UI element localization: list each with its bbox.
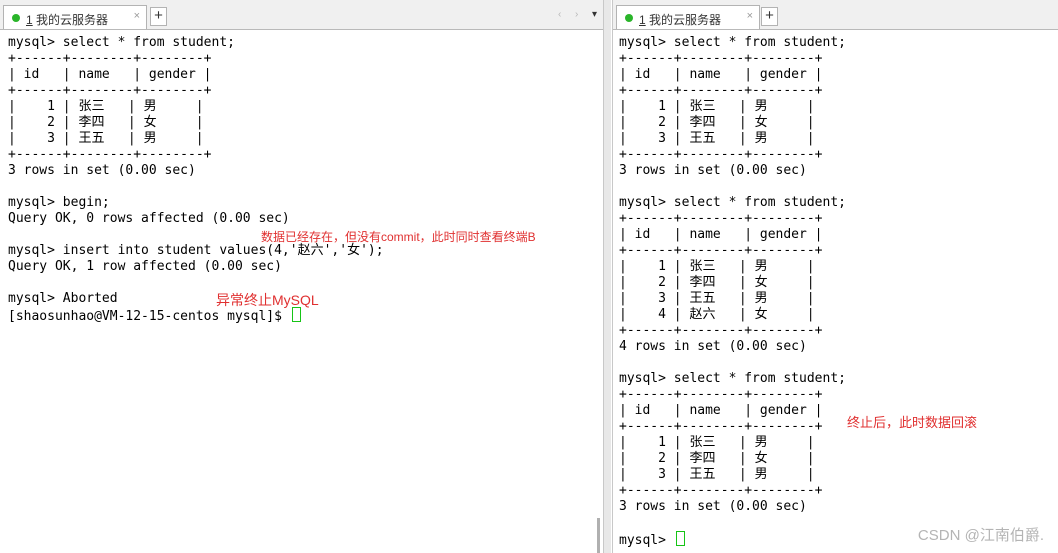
pane-divider[interactable] bbox=[604, 0, 611, 553]
tab-scroll-left-icon[interactable]: ‹ bbox=[558, 9, 561, 20]
terminal-line: 3 rows in set (0.00 sec) bbox=[8, 163, 196, 178]
terminal-output-left[interactable]: mysql> select * from student; +------+---… bbox=[8, 35, 384, 324]
terminal-line: +------+--------+--------+ bbox=[8, 83, 212, 98]
terminal-line: +------+--------+--------+ bbox=[619, 211, 823, 226]
terminal-line: mysql> select * from student; bbox=[8, 35, 235, 50]
new-tab-button[interactable]: + bbox=[761, 7, 778, 26]
tab-scroll-right-icon[interactable]: › bbox=[575, 9, 578, 20]
terminal-line: | 3 | 王五 | 男 | bbox=[619, 131, 815, 146]
terminal-line: | 3 | 王五 | 男 | bbox=[8, 131, 204, 146]
terminal-line: | 3 | 王五 | 男 | bbox=[619, 291, 815, 306]
terminal-line: +------+--------+--------+ bbox=[619, 83, 823, 98]
tab-bar-left: 1 我的云服务器 × + ‹ › ▾ bbox=[0, 0, 603, 30]
terminal-prompt-line: [shaosunhao@VM-12-15-centos mysql]$ bbox=[8, 307, 384, 324]
terminal-line: | id | name | gender | bbox=[8, 67, 212, 82]
annotation-rollback-note: 终止后，此时数据回滚 bbox=[847, 415, 978, 430]
scrollbar[interactable] bbox=[597, 518, 600, 553]
terminal-line: +------+--------+--------+ bbox=[8, 51, 212, 66]
watermark: CSDN @江南伯爵. bbox=[917, 527, 1044, 544]
terminal-line: | 2 | 李四 | 女 | bbox=[619, 451, 815, 466]
green-dot-icon bbox=[12, 14, 20, 22]
terminal-line: mysql> select * from student; bbox=[619, 371, 846, 386]
new-tab-button[interactable]: + bbox=[150, 7, 167, 26]
terminal-pane-left[interactable]: 1 我的云服务器 × + ‹ › ▾ mysql> select * from … bbox=[0, 0, 604, 553]
terminal-line: 3 rows in set (0.00 sec) bbox=[619, 163, 807, 178]
terminal-line: +------+--------+--------+ bbox=[619, 387, 823, 402]
terminal-line: +------+--------+--------+ bbox=[619, 323, 823, 338]
terminal-line: | 1 | 张三 | 男 | bbox=[619, 435, 815, 450]
tab-bar-right: 1 我的云服务器 × + bbox=[613, 0, 1058, 30]
terminal-line: mysql> select * from student; bbox=[619, 195, 846, 210]
terminal-line: | id | name | gender | bbox=[619, 67, 823, 82]
terminal-line: mysql> begin; bbox=[8, 195, 110, 210]
terminal-line: Query OK, 0 rows affected (0.00 sec) bbox=[8, 211, 290, 226]
terminal-line: | 1 | 张三 | 男 | bbox=[619, 99, 815, 114]
terminal-line: | 2 | 李四 | 女 | bbox=[8, 115, 204, 130]
terminal-line: | id | name | gender | bbox=[619, 403, 823, 418]
tab-title: 我的云服务器 bbox=[36, 13, 109, 27]
terminal-line: mysql> insert into student values(4,'赵六'… bbox=[8, 243, 384, 258]
mysql-prompt: mysql> bbox=[619, 533, 674, 548]
annotation-commit-note: 数据已经存在，但没有commit，此时同时查看终端B bbox=[261, 230, 536, 244]
terminal-prompt-line: mysql> bbox=[619, 531, 846, 548]
terminal-output-right[interactable]: mysql> select * from student; +------+---… bbox=[619, 35, 846, 548]
tab-number: 1 bbox=[639, 13, 646, 27]
close-icon[interactable]: × bbox=[134, 10, 140, 22]
terminal-cursor bbox=[675, 531, 685, 546]
terminal-line: | 4 | 赵六 | 女 | bbox=[619, 307, 815, 322]
terminal-line: mysql> select * from student; bbox=[619, 35, 846, 50]
terminal-line: | 2 | 李四 | 女 | bbox=[619, 275, 815, 290]
tab-title: 我的云服务器 bbox=[649, 13, 722, 27]
close-icon[interactable]: × bbox=[747, 10, 753, 22]
annotation-abort-note: 异常终止MySQL bbox=[216, 292, 319, 308]
terminal-line: +------+--------+--------+ bbox=[619, 483, 823, 498]
terminal-line: | 2 | 李四 | 女 | bbox=[619, 115, 815, 130]
tab-label: 1 我的云服务器 bbox=[639, 11, 721, 28]
terminal-line: | 1 | 张三 | 男 | bbox=[619, 259, 815, 274]
terminal-line: 4 rows in set (0.00 sec) bbox=[619, 339, 807, 354]
tab-menu-dropdown-icon[interactable]: ▾ bbox=[592, 9, 597, 20]
terminal-line: +------+--------+--------+ bbox=[619, 419, 823, 434]
terminal-line: 3 rows in set (0.00 sec) bbox=[619, 499, 807, 514]
terminal-line: | 3 | 王五 | 男 | bbox=[619, 467, 815, 482]
terminal-line: +------+--------+--------+ bbox=[619, 51, 823, 66]
terminal-line: mysql> Aborted bbox=[8, 291, 118, 306]
terminal-line: +------+--------+--------+ bbox=[8, 147, 212, 162]
terminal-line: Query OK, 1 row affected (0.00 sec) bbox=[8, 259, 282, 274]
tab-number: 1 bbox=[26, 13, 33, 27]
tab-server-left[interactable]: 1 我的云服务器 × bbox=[3, 5, 147, 29]
terminal-line: +------+--------+--------+ bbox=[619, 243, 823, 258]
green-dot-icon bbox=[625, 14, 633, 22]
terminal-line: +------+--------+--------+ bbox=[619, 147, 823, 162]
tab-label: 1 我的云服务器 bbox=[26, 11, 108, 28]
tab-server-right[interactable]: 1 我的云服务器 × bbox=[616, 5, 760, 29]
terminal-line: | id | name | gender | bbox=[619, 227, 823, 242]
shell-prompt: [shaosunhao@VM-12-15-centos mysql]$ bbox=[8, 309, 290, 324]
terminal-pane-right[interactable]: 1 我的云服务器 × + mysql> select * from studen… bbox=[612, 0, 1058, 553]
terminal-line: | 1 | 张三 | 男 | bbox=[8, 99, 204, 114]
